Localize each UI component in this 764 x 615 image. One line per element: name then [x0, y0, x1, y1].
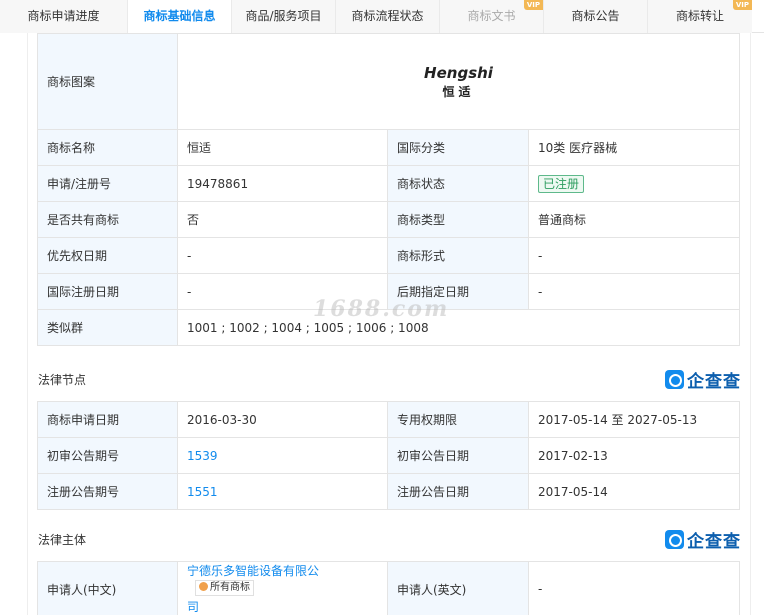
applicant-cn-link[interactable]: 宁德乐多智能设备有限公 [187, 564, 319, 578]
priority-value: - [177, 237, 388, 274]
applicant-en-value: - [528, 561, 740, 615]
legal-subject-table: 申请人(中文) 宁德乐多智能设备有限公所有商标司 申请人(英文) - [37, 561, 740, 615]
brand-name: 企查查 [687, 531, 741, 552]
owned-label: 所有商标 [210, 582, 250, 593]
priority-label: 优先权日期 [37, 237, 178, 274]
legal-subject-title: 法律主体 [38, 533, 87, 547]
intl-class-label: 国际分类 [387, 129, 529, 166]
pattern-label: 商标图案 [37, 33, 178, 130]
shared-value: 否 [177, 201, 388, 238]
trademark-icon [199, 582, 208, 591]
qichacha-logo-icon [665, 529, 684, 549]
intl-reg-label: 国际注册日期 [37, 273, 178, 310]
all-trademarks-button[interactable]: 所有商标 [195, 580, 254, 596]
table-row: 初审公告期号 1539 初审公告日期 2017-02-13 [37, 437, 740, 474]
exclusive-label: 专用权期限 [387, 401, 529, 438]
later-value: - [527, 273, 741, 310]
qichacha-brand[interactable]: 企查查 [665, 369, 741, 392]
tab-label: 商标申请进度 [27, 9, 100, 23]
table-row: 优先权日期 - 商标形式 - [37, 237, 741, 274]
tab-label: 商标公告 [571, 9, 620, 23]
type-label: 商标类型 [387, 201, 529, 238]
reg-pub-date-value: 2017-05-14 [528, 473, 740, 510]
qichacha-brand[interactable]: 企查查 [665, 529, 741, 552]
similar-label: 类似群 [37, 309, 178, 346]
vip-badge: VIP [523, 0, 543, 10]
table-row: 商标申请日期 2016-03-30 专用权期限 2017-05-14 至 202… [37, 401, 740, 438]
table-row: 商标图案 Hengshi 恒适 [37, 33, 741, 130]
tab-label: 商标文书 [467, 9, 516, 23]
reg-pub-date-label: 注册公告日期 [387, 473, 529, 510]
tab-goods-services[interactable]: 商品/服务项目 [232, 0, 336, 33]
name-label: 商标名称 [37, 129, 178, 166]
status-cell: 已注册 [527, 165, 741, 202]
brand-name: 企查查 [687, 371, 741, 392]
intl-class-value: 10类 医疗器械 [527, 129, 741, 166]
tab-label: 商品/服务项目 [245, 9, 322, 23]
tab-bar: 商标申请进度 商标基础信息 商品/服务项目 商标流程状态 商标文书 VIP 商标公… [0, 0, 764, 33]
tab-transfer[interactable]: 商标转让 VIP [648, 0, 752, 33]
vip-badge: VIP [732, 0, 752, 10]
applicant-en-label: 申请人(英文) [387, 561, 529, 615]
similar-value: 1001 ; 1002 ; 1004 ; 1005 ; 1006 ; 1008 [176, 309, 741, 346]
tab-label: 商标基础信息 [143, 9, 216, 23]
applicant-cn-label: 申请人(中文) [37, 561, 178, 615]
tab-basic-info[interactable]: 商标基础信息 [128, 0, 232, 33]
shared-label: 是否共有商标 [37, 201, 178, 238]
tab-label: 商标流程状态 [351, 9, 424, 23]
reg-no-value: 19478861 [177, 165, 388, 202]
apply-date-value: 2016-03-30 [177, 401, 388, 438]
trademark-logo: Hengshi 恒适 [424, 64, 493, 100]
form-label: 商标形式 [387, 237, 529, 274]
applicant-cn-line1: 宁德乐多智能设备有限公 [187, 564, 320, 578]
table-row: 商标名称 恒适 国际分类 10类 医疗器械 [37, 129, 741, 166]
table-row: 申请/注册号 19478861 商标状态 已注册 [37, 165, 741, 202]
reg-pub-no-label: 注册公告期号 [37, 473, 178, 510]
prelim-no-label: 初审公告期号 [37, 437, 178, 474]
trademark-image: Hengshi 恒适 [176, 33, 741, 130]
reg-pub-no-link[interactable]: 1551 [177, 473, 388, 510]
watermark: 1688.com [313, 296, 450, 322]
legal-nodes-table: 商标申请日期 2016-03-30 专用权期限 2017-05-14 至 202… [37, 401, 740, 510]
exclusive-value: 2017-05-14 至 2027-05-13 [528, 401, 740, 438]
applicant-cn-cell: 宁德乐多智能设备有限公所有商标司 [177, 561, 388, 615]
form-value: - [527, 237, 741, 274]
name-value: 恒适 [177, 129, 388, 166]
legal-nodes-title: 法律节点 [38, 373, 87, 387]
type-value: 普通商标 [527, 201, 741, 238]
prelim-no-link[interactable]: 1539 [177, 437, 388, 474]
qichacha-logo-icon [665, 369, 684, 389]
applicant-cn-line2[interactable]: 司 [187, 600, 199, 614]
tab-documents[interactable]: 商标文书 VIP [440, 0, 544, 33]
table-row: 是否共有商标 否 商标类型 普通商标 [37, 201, 741, 238]
apply-date-label: 商标申请日期 [37, 401, 178, 438]
prelim-date-label: 初审公告日期 [387, 437, 529, 474]
table-row: 申请人(中文) 宁德乐多智能设备有限公所有商标司 申请人(英文) - [37, 561, 740, 615]
status-badge: 已注册 [538, 174, 585, 193]
table-row: 注册公告期号 1551 注册公告日期 2017-05-14 [37, 473, 740, 510]
logo-en-text: Hengshi [424, 63, 493, 82]
tab-announcements[interactable]: 商标公告 [544, 0, 648, 33]
reg-no-label: 申请/注册号 [37, 165, 178, 202]
status-label: 商标状态 [387, 165, 529, 202]
logo-cn-text: 恒适 [442, 84, 475, 99]
tab-application-progress[interactable]: 商标申请进度 [0, 0, 128, 33]
prelim-date-value: 2017-02-13 [528, 437, 740, 474]
tab-label: 商标转让 [675, 9, 724, 23]
tab-process-status[interactable]: 商标流程状态 [336, 0, 440, 33]
